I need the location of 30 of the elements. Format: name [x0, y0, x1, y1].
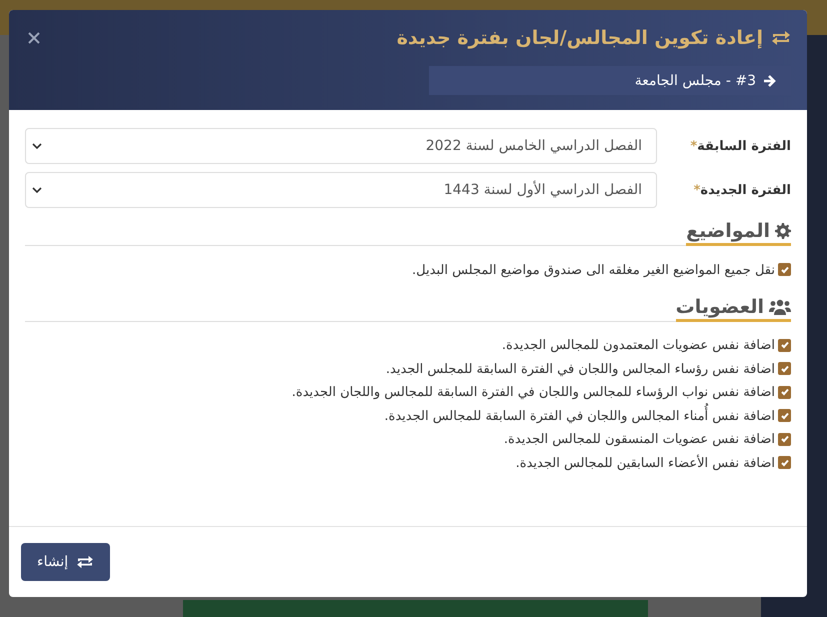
gear-icon [775, 223, 791, 239]
users-icon [769, 298, 791, 314]
checkbox[interactable] [778, 409, 791, 422]
heading-text: العضويات [676, 296, 764, 318]
checkbox[interactable] [778, 263, 791, 276]
caret-icon [32, 187, 42, 193]
refresh-icon [771, 30, 791, 46]
period-select[interactable]: الفصل الدراسي الخامس لسنة 2022 [25, 128, 657, 164]
field-label: الفترة الجديدة* [692, 182, 791, 198]
option-label: اضافة نفس الأعضاء السابقين للمجالس الجديدة. [516, 454, 775, 473]
title-text: إعادة تكوين المجالس/لجان بفترة جديدة [396, 27, 763, 49]
period-select[interactable]: الفصل الدراسي الأول لسنة 1443 [25, 172, 657, 208]
arrow-icon [763, 74, 777, 88]
caret-icon [32, 143, 42, 149]
refresh-icon [76, 555, 94, 569]
option-label: اضافة نفس نواب الرؤساء للمجالس واللجان في الفترة السابقة للمجالس واللجان الجديدة. [292, 384, 775, 402]
create-button[interactable]: إنشاء [21, 543, 110, 581]
option-label: اضافة نفس عضويات المعتمدون للمجالس الجديدة. [502, 337, 775, 356]
checkbox[interactable] [778, 386, 791, 399]
option-label: اضافة نفس رؤساء المجالس واللجان في الفترة السابقة للمجلس الجديد. [386, 360, 775, 379]
option-label: اضافة نفس عضويات المنسقون للمجالس الجديدة. [504, 431, 775, 450]
field-label: الفترة السابقة* [689, 138, 791, 154]
checkbox[interactable] [778, 456, 791, 470]
checkbox[interactable] [778, 338, 791, 352]
subtitle-text: #3 - مجلس الجامعة [634, 72, 756, 88]
option-label: نقل جميع المواضيع الغير مغلقه الى صندوق مواضيع المجلس البديل. [412, 262, 775, 280]
checkbox[interactable] [778, 362, 791, 376]
checkbox[interactable] [778, 432, 791, 446]
option-label: اضافة نفس أُمناء المجالس واللجان في الفترة السابقة للمجالس الجديدة. [384, 404, 775, 427]
heading-text: المواضيع [686, 220, 770, 242]
